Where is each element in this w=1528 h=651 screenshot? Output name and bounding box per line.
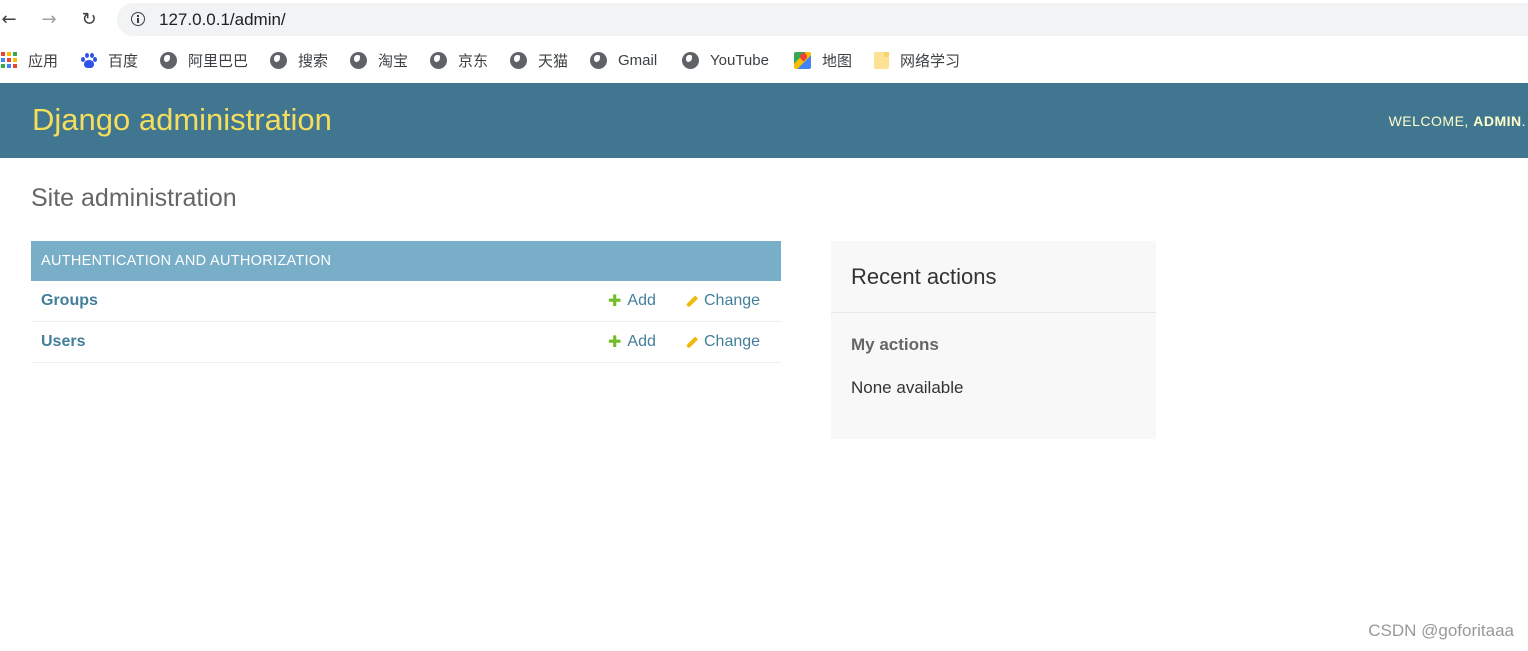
pencil-icon	[685, 294, 699, 308]
pencil-icon	[685, 335, 699, 349]
page-title: Site administration	[31, 184, 237, 212]
change-users-button[interactable]: Change	[685, 333, 761, 351]
reload-icon[interactable]: ↻	[76, 6, 102, 32]
bookmark-label: 京东	[458, 52, 489, 70]
bookmark-search[interactable]: 搜索	[270, 49, 328, 71]
back-arrow-icon[interactable]: ←	[0, 6, 22, 32]
globe-icon	[510, 51, 527, 69]
bookmark-label: Gmail	[618, 51, 658, 69]
bookmark-taobao[interactable]: 淘宝	[350, 49, 408, 71]
bookmark-tmall[interactable]: 天猫	[510, 49, 568, 71]
site-branding[interactable]: Django administration	[32, 102, 332, 138]
add-label: Add	[627, 292, 656, 309]
recent-actions-title: Recent actions	[851, 264, 997, 289]
globe-icon	[590, 51, 607, 69]
globe-icon	[682, 51, 699, 69]
plus-icon: ✚	[608, 291, 622, 310]
browser-toolbar: ← → ↻ 127.0.0.1/admin/	[0, 0, 1528, 38]
globe-icon	[430, 51, 447, 69]
bookmark-youtube[interactable]: YouTube	[682, 49, 769, 71]
bookmark-label: 百度	[108, 52, 139, 70]
url-text[interactable]: 127.0.0.1/admin/	[159, 10, 286, 30]
bookmark-baidu[interactable]: 百度	[80, 49, 138, 71]
welcome-text: WELCOME,	[1388, 113, 1474, 129]
recent-actions-panel: Recent actions My actions None available	[831, 241, 1156, 439]
user-tools: WELCOME, ADMIN.	[1389, 113, 1526, 129]
bookmark-apps[interactable]: 应用	[1, 49, 58, 71]
model-link-groups[interactable]: Groups	[41, 292, 98, 310]
table-row: Groups ✚ Add Change	[31, 281, 781, 322]
baidu-paw-icon	[80, 52, 97, 69]
info-icon[interactable]	[131, 12, 145, 26]
bookmark-label: 地图	[822, 52, 853, 70]
bookmark-label: 淘宝	[378, 52, 409, 70]
watermark: CSDN @goforitaaa	[1368, 621, 1514, 640]
globe-icon	[350, 51, 367, 69]
bookmark-label: 网络学习	[900, 52, 961, 70]
change-label: Change	[704, 292, 761, 309]
module-caption[interactable]: AUTHENTICATION AND AUTHORIZATION	[31, 241, 781, 281]
apps-grid-icon	[1, 52, 17, 68]
table-row: Users ✚ Add Change	[31, 322, 781, 363]
bookmark-gmail[interactable]: Gmail	[590, 49, 657, 71]
model-link-users[interactable]: Users	[41, 333, 85, 351]
folder-icon	[874, 51, 889, 69]
bookmark-label: 应用	[28, 52, 59, 70]
change-label: Change	[704, 333, 761, 350]
bookmark-label: YouTube	[710, 51, 769, 69]
plus-icon: ✚	[608, 332, 622, 351]
bookmark-alibaba[interactable]: 阿里巴巴	[160, 49, 248, 71]
bookmark-label: 搜索	[298, 52, 329, 70]
username: ADMIN	[1473, 113, 1522, 129]
admin-header: Django administration WELCOME, ADMIN.	[0, 83, 1528, 158]
forward-arrow-icon[interactable]: →	[36, 6, 62, 32]
globe-icon	[160, 51, 177, 69]
empty-actions-text: None available	[851, 378, 964, 397]
divider	[831, 312, 1156, 313]
change-groups-button[interactable]: Change	[685, 292, 761, 310]
add-label: Add	[627, 333, 656, 350]
address-bar[interactable]: 127.0.0.1/admin/	[117, 3, 1528, 36]
globe-icon	[270, 51, 287, 69]
maps-icon	[794, 51, 811, 69]
bookmark-maps[interactable]: 地图	[794, 49, 852, 71]
bookmarks-bar: 应用 百度 阿里巴巴 搜索 淘宝 京东 天猫 Gmail YouTube 地图	[0, 43, 1528, 77]
bookmark-jd[interactable]: 京东	[430, 49, 488, 71]
app-module-auth: AUTHENTICATION AND AUTHORIZATION Groups …	[31, 241, 781, 363]
bookmark-folder-network-learning[interactable]: 网络学习	[874, 49, 960, 71]
bookmark-label: 阿里巴巴	[188, 52, 249, 70]
add-groups-button[interactable]: ✚ Add	[608, 292, 656, 310]
welcome-suffix: .	[1521, 113, 1526, 129]
add-users-button[interactable]: ✚ Add	[608, 333, 656, 351]
bookmark-label: 天猫	[538, 52, 569, 70]
my-actions-heading: My actions	[851, 335, 939, 354]
